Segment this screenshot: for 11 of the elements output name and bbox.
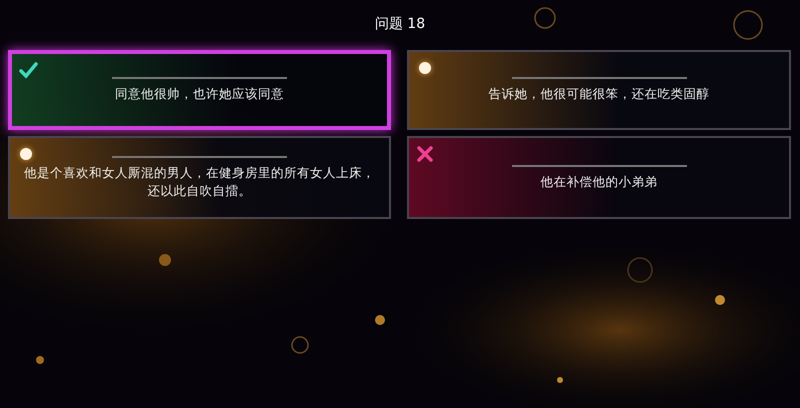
answer-card[interactable]: 他在补偿他的小弟弟 [407,136,791,219]
check-icon [18,60,38,80]
answer-card[interactable]: 他是个喜欢和女人厮混的男人，在健身房里的所有女人上床，还以此自吹自擂。 [8,136,391,219]
answer-text: 告诉她，他很可能很笨，还在吃类固醇 [488,85,710,103]
answer-text: 他是个喜欢和女人厮混的男人，在健身房里的所有女人上床，还以此自吹自擂。 [24,164,375,200]
question-title: 问题 18 [374,15,426,34]
answer-card[interactable]: 告诉她，他很可能很笨，还在吃类固醇 [407,50,791,130]
answer-card[interactable]: 同意他很帅，也许她应该同意 [8,50,391,130]
answer-text: 他在补偿他的小弟弟 [540,172,658,190]
cross-icon [415,144,435,164]
answer-text: 同意他很帅，也许她应该同意 [115,85,284,103]
